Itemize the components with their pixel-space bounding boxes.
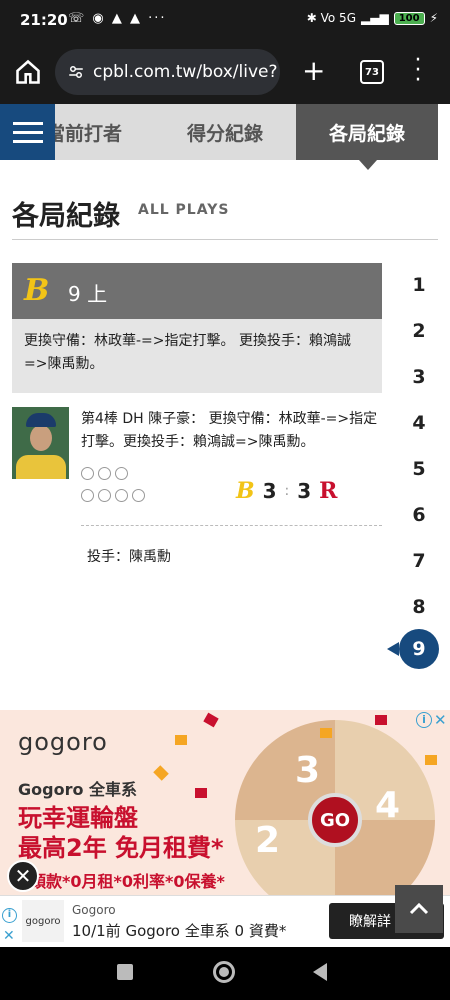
- notification-icons: ☏ ◉ ▲ ▲ ···: [68, 11, 167, 26]
- confetti: [375, 715, 387, 725]
- ad-close-icon[interactable]: ✕: [3, 928, 15, 944]
- divider: [81, 525, 382, 526]
- tab-scoring-plays[interactable]: 得分紀錄: [154, 104, 296, 160]
- system-navigation-bar: [0, 947, 450, 1000]
- home-nav-icon[interactable]: [213, 961, 235, 983]
- home-team-logo-icon: R: [319, 478, 338, 504]
- play-score: B 3 : 3 R: [236, 478, 337, 504]
- network-icons: ✱ Vo 5G: [306, 11, 356, 25]
- status-bar: 21:20 ☏ ◉ ▲ ▲ ··· ✱ Vo 5G ▂▄▆ 100 ⚡: [0, 0, 450, 42]
- home-score: 3: [297, 479, 312, 503]
- inning-nav-7[interactable]: 7: [398, 550, 440, 572]
- ad-headline: Gogoro 全車系: [18, 780, 138, 799]
- confetti: [175, 735, 187, 745]
- recents-icon[interactable]: [117, 964, 133, 980]
- wheel-label-2: 2: [255, 820, 281, 861]
- inning-label: 9 上: [68, 282, 108, 306]
- away-team-logo-icon: B: [236, 478, 255, 504]
- hamburger-menu-icon[interactable]: [0, 104, 55, 160]
- inning-nav-3[interactable]: 3: [398, 366, 440, 388]
- ball-circle: [98, 489, 111, 502]
- wheel-label-4: 4: [375, 785, 401, 826]
- inning-nav-9[interactable]: 9: [399, 629, 439, 669]
- confetti: [153, 765, 169, 781]
- wheel-go-button: GO: [308, 793, 362, 847]
- confetti: [320, 728, 332, 738]
- ad-brand: gogoro: [18, 728, 108, 756]
- chevron-up-icon: [409, 902, 429, 915]
- inning-nav-5[interactable]: 5: [398, 458, 440, 480]
- tab-bar: 當前打者 得分紀錄 各局紀錄: [0, 104, 450, 160]
- close-ad-button[interactable]: ✕: [7, 860, 39, 892]
- inning-nav-1[interactable]: 1: [398, 274, 440, 296]
- ad-info-icon[interactable]: i: [416, 712, 432, 728]
- ad-terms: 頭款*0月租*0利率*0保養*: [30, 872, 225, 891]
- tab-switcher-button[interactable]: 73: [360, 60, 384, 84]
- ad-close-icon[interactable]: ✕: [434, 712, 447, 728]
- out-circles: [81, 467, 145, 480]
- inning-nav-4[interactable]: 4: [398, 412, 440, 434]
- ball-circles: [81, 489, 145, 502]
- out-circle: [81, 467, 94, 480]
- base-out-indicator: [81, 467, 145, 511]
- inning-nav-2[interactable]: 2: [398, 320, 440, 342]
- status-right: ✱ Vo 5G ▂▄▆ 100 ⚡: [307, 11, 438, 25]
- home-icon[interactable]: [14, 58, 42, 86]
- back-icon[interactable]: [313, 963, 327, 981]
- status-time: 21:20: [20, 11, 68, 29]
- play-description: 第4棒 DH 陳子豪： 更換守備：林政華-=>指定打擊。更換投手：賴鴻誠=>陳禹…: [81, 411, 378, 450]
- confetti: [203, 712, 219, 728]
- ad-offer: 最高2年 免月租費*: [18, 834, 224, 862]
- pitcher-label: 投手：陳禹勳: [87, 549, 171, 565]
- inning-summary: 更換守備：林政華-=>指定打擊。 更換投手：賴鴻誠=>陳禹勳。: [12, 319, 382, 393]
- signal-icon: ▂▄▆: [361, 11, 389, 25]
- score-separator: :: [284, 483, 290, 499]
- wheel-label-3: 3: [295, 750, 321, 791]
- out-circle: [115, 467, 128, 480]
- site-info-icon[interactable]: [67, 63, 85, 81]
- ad-advertiser: Gogoro: [72, 903, 116, 917]
- inning-header: B 9 上: [12, 263, 382, 319]
- brothers-logo-icon: B: [24, 273, 50, 308]
- page-title: 各局紀錄: [12, 201, 120, 232]
- inning-nav-8[interactable]: 8: [398, 596, 440, 618]
- browser-toolbar: cpbl.com.tw/box/live? + 73 · · ·: [0, 42, 450, 104]
- more-menu-icon[interactable]: · · ·: [408, 50, 428, 92]
- url-text: cpbl.com.tw/box/live?: [93, 62, 278, 82]
- confetti: [195, 788, 207, 798]
- tab-all-plays[interactable]: 各局紀錄: [296, 104, 438, 160]
- battery-icon: 100: [393, 11, 425, 25]
- new-tab-button[interactable]: +: [302, 54, 325, 88]
- scroll-to-top-button[interactable]: [395, 885, 443, 933]
- page-subtitle: ALL PLAYS: [138, 202, 230, 218]
- ball-circle: [115, 489, 128, 502]
- ad-text-banner[interactable]: i ✕ gogoro Gogoro 10/1前 Gogoro 全車系 0 資費*…: [0, 895, 450, 947]
- section-heading: 各局紀錄 ALL PLAYS: [12, 190, 438, 240]
- ball-circle: [81, 489, 94, 502]
- ad-banner-logo: gogoro: [22, 900, 64, 942]
- ball-circle: [132, 489, 145, 502]
- active-tab-indicator: [359, 160, 377, 170]
- confetti: [425, 755, 437, 765]
- inning-nav-6[interactable]: 6: [398, 504, 440, 526]
- ad-info-icon[interactable]: i: [2, 908, 17, 923]
- away-score: 3: [262, 479, 277, 503]
- player-avatar: [12, 407, 69, 479]
- ad-description: 10/1前 Gogoro 全車系 0 資費*: [72, 922, 287, 940]
- charging-icon: ⚡: [429, 11, 438, 25]
- address-bar[interactable]: cpbl.com.tw/box/live?: [55, 49, 280, 95]
- out-circle: [98, 467, 111, 480]
- active-inning-pointer: [387, 642, 399, 656]
